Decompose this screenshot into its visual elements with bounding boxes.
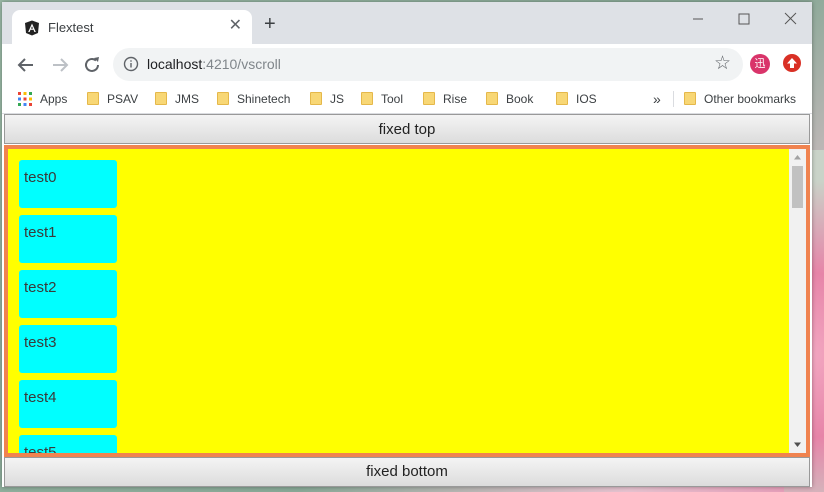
bookmark-folder-ios[interactable]: IOS bbox=[556, 91, 597, 107]
folder-icon bbox=[87, 92, 99, 105]
back-arrow-icon[interactable] bbox=[14, 53, 38, 77]
vscroll-container[interactable]: test0 test1 test2 test3 test4 test5 bbox=[4, 145, 810, 457]
reload-icon[interactable] bbox=[80, 53, 104, 77]
bookmark-folder-jms[interactable]: JMS bbox=[155, 91, 199, 107]
item-list: test0 test1 test2 test3 test4 test5 bbox=[19, 160, 117, 453]
tab-strip: Flextest ✕ + bbox=[2, 2, 812, 44]
window-close-icon[interactable] bbox=[775, 8, 805, 30]
bookmarks-separator bbox=[673, 91, 674, 107]
bookmark-folder-js[interactable]: JS bbox=[310, 91, 344, 107]
extension-icon[interactable]: 迅 bbox=[750, 54, 770, 74]
browser-window: Flextest ✕ + localhost:4210/vscroll ☆ 迅 … bbox=[2, 2, 812, 487]
folder-icon bbox=[217, 92, 229, 105]
info-icon[interactable] bbox=[123, 56, 139, 72]
address-bar[interactable]: localhost:4210/vscroll ☆ bbox=[113, 48, 743, 81]
apps-grid-icon bbox=[18, 92, 32, 106]
list-item[interactable]: test2 bbox=[19, 270, 117, 318]
tab-close-icon[interactable]: ✕ bbox=[229, 18, 242, 34]
angular-icon bbox=[25, 20, 39, 36]
list-item[interactable]: test0 bbox=[19, 160, 117, 208]
new-tab-icon[interactable]: + bbox=[264, 14, 276, 34]
list-item[interactable]: test5 bbox=[19, 435, 117, 453]
folder-icon bbox=[310, 92, 322, 105]
scrollbar-thumb[interactable] bbox=[792, 166, 803, 208]
browser-toolbar: localhost:4210/vscroll ☆ 迅 bbox=[2, 44, 812, 85]
folder-icon bbox=[684, 92, 696, 105]
list-item[interactable]: test3 bbox=[19, 325, 117, 373]
maximize-icon[interactable] bbox=[729, 8, 759, 30]
tab-title: Flextest bbox=[48, 20, 94, 35]
bookmark-folder-rise[interactable]: Rise bbox=[423, 91, 467, 107]
list-item[interactable]: test4 bbox=[19, 380, 117, 428]
bookmark-folder-other[interactable]: Other bookmarks bbox=[684, 91, 796, 107]
folder-icon bbox=[486, 92, 498, 105]
forward-arrow-icon[interactable] bbox=[48, 53, 72, 77]
bookmark-folder-tool[interactable]: Tool bbox=[361, 91, 403, 107]
list-item[interactable]: test1 bbox=[19, 215, 117, 263]
bookmarks-bar: Apps PSAV JMS Shinetech JS Tool Rise Boo… bbox=[2, 85, 812, 114]
fixed-top-bar: fixed top bbox=[4, 114, 810, 144]
folder-icon bbox=[556, 92, 568, 105]
scroll-down-arrow-icon[interactable] bbox=[789, 436, 806, 453]
bookmarks-overflow-icon[interactable]: » bbox=[653, 91, 661, 107]
folder-icon bbox=[361, 92, 373, 105]
extension-upload-icon[interactable] bbox=[783, 54, 801, 72]
bookmark-apps[interactable]: Apps bbox=[18, 91, 67, 107]
vertical-scrollbar[interactable] bbox=[789, 149, 806, 453]
page-content: fixed top test0 test1 test2 test3 test4 … bbox=[2, 114, 812, 487]
fixed-bottom-bar: fixed bottom bbox=[4, 457, 810, 487]
bookmark-folder-psav[interactable]: PSAV bbox=[87, 91, 138, 107]
folder-icon bbox=[155, 92, 167, 105]
scroll-up-arrow-icon[interactable] bbox=[789, 149, 806, 166]
bookmark-folder-book[interactable]: Book bbox=[486, 91, 533, 107]
bookmark-star-icon[interactable]: ☆ bbox=[714, 54, 731, 74]
folder-icon bbox=[423, 92, 435, 105]
url-text[interactable]: localhost:4210/vscroll bbox=[147, 56, 281, 72]
tab-flextest[interactable]: Flextest ✕ bbox=[12, 10, 252, 44]
minimize-icon[interactable] bbox=[683, 8, 713, 30]
bookmark-folder-shinetech[interactable]: Shinetech bbox=[217, 91, 290, 107]
